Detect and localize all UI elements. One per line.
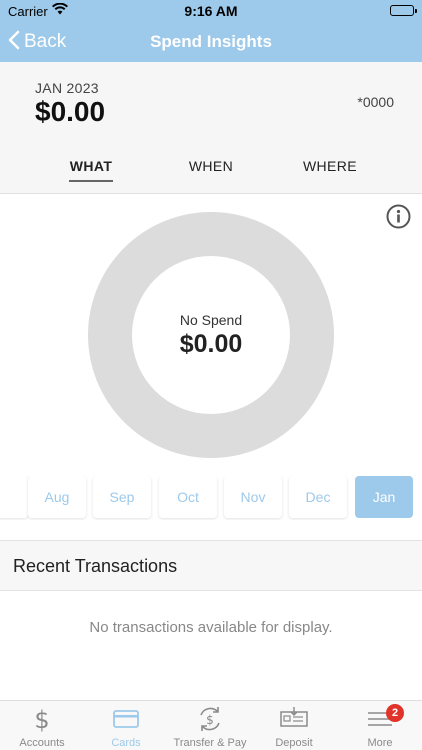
month-chip-nov[interactable]: Nov [224,476,282,518]
month-chip-partial[interactable] [0,476,28,518]
dollar-icon: $ [0,705,84,733]
tab-accounts[interactable]: $ Accounts [0,701,84,750]
recent-transactions-header: Recent Transactions [0,540,422,591]
month-label: Aug [44,489,70,505]
month-chip-aug[interactable]: Aug [28,476,86,518]
month-label: Nov [240,489,266,505]
bottom-tab-bar: $ Accounts Cards $ Transfer & Pay Deposi… [0,700,422,750]
period-label: JAN 2023 [35,80,99,96]
status-time: 9:16 AM [184,3,238,19]
month-label: Oct [177,489,199,505]
svg-text:$: $ [34,706,49,733]
month-selector: Aug Sep Oct Nov Dec Jan [0,476,422,520]
card-icon [84,705,168,733]
tab-more[interactable]: More [338,701,422,750]
tab-transfer-pay[interactable]: $ Transfer & Pay [168,701,252,750]
month-chip-jan[interactable]: Jan [355,476,413,518]
menu-icon [338,705,422,733]
back-label: Back [24,31,67,52]
battery-icon [390,5,417,16]
recent-transactions-title: Recent Transactions [13,556,178,576]
tab-where[interactable]: WHERE [280,158,380,174]
tab-when[interactable]: WHEN [161,158,261,174]
tab-label: Accounts [19,737,65,749]
tab-label: Deposit [275,737,313,749]
tab-label: Cards [111,737,141,749]
month-chip-dec[interactable]: Dec [289,476,347,518]
month-chip-oct[interactable]: Oct [159,476,217,518]
tab-what[interactable]: WHAT [41,158,141,182]
donut-empty-ring [88,212,334,458]
tab-label: Transfer & Pay [173,737,247,749]
tab-when-label: WHEN [188,158,234,174]
empty-transactions-message: No transactions available for display. [89,619,333,636]
tab-cards[interactable]: Cards [84,701,168,750]
transfer-icon: $ [168,705,252,733]
status-bar: Carrier 9:16 AM [0,0,422,22]
tab-what-label: WHAT [69,158,113,174]
month-label: Dec [305,489,331,505]
tab-deposit[interactable]: Deposit [252,701,336,750]
back-button[interactable]: Back [8,28,66,56]
notification-badge: 2 [386,704,404,722]
spend-summary: JAN 2023 $0.00 *0000 WHAT WHEN WHERE [0,62,422,194]
active-tab-indicator [69,180,113,182]
total-amount: $0.00 [35,96,106,127]
month-label: Jan [372,489,396,505]
tab-where-label: WHERE [302,158,358,174]
card-number-mask: *0000 [357,94,394,110]
info-icon[interactable] [386,204,411,229]
tab-label: More [367,737,393,749]
chevron-left-icon [8,30,20,55]
app-header: Carrier 9:16 AM Back Spend Insights [0,0,422,62]
month-chip-sep[interactable]: Sep [93,476,151,518]
spend-donut-chart [88,212,334,458]
insight-tabs: WHAT WHEN WHERE [0,158,422,188]
deposit-check-icon [252,705,336,733]
svg-text:$: $ [206,713,214,727]
month-label: Sep [109,489,135,505]
